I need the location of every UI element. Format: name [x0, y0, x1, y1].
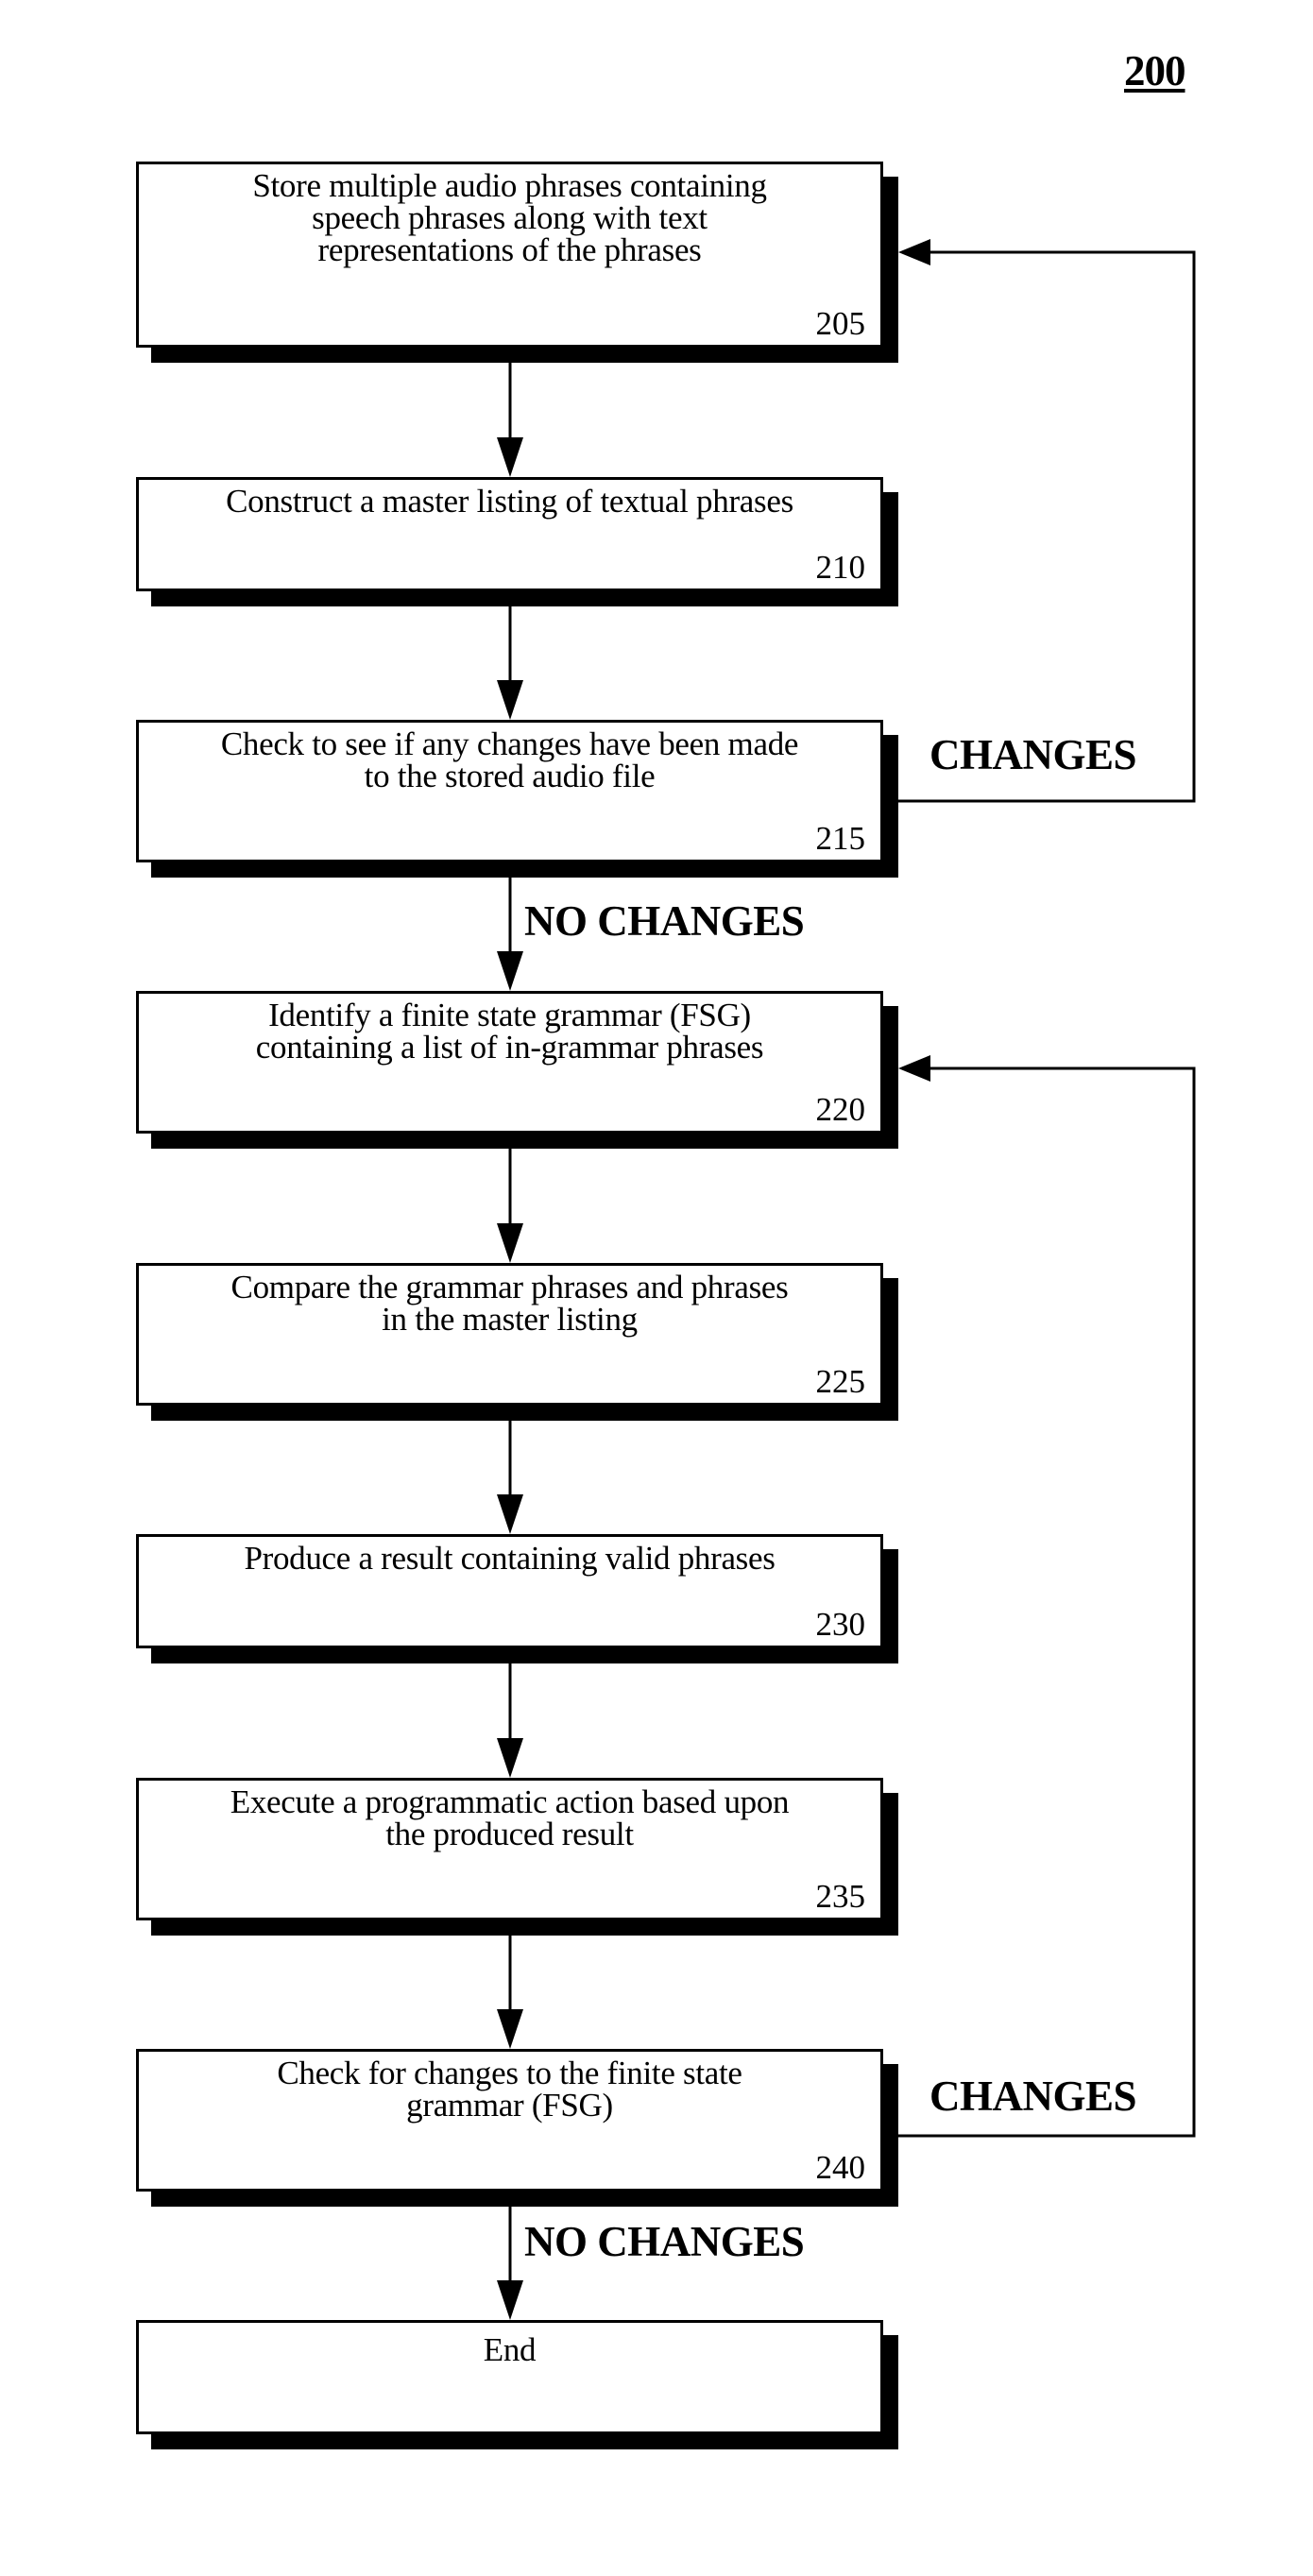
- step-text-line: speech phrases along with text: [312, 199, 708, 236]
- step-215: Check to see if any changes have been ma…: [136, 720, 883, 862]
- step-number: 220: [815, 1091, 866, 1128]
- step-225: Compare the grammar phrases and phrases …: [136, 1263, 883, 1406]
- figure-number: 200: [1124, 47, 1185, 94]
- step-220: Identify a finite state grammar (FSG) co…: [136, 991, 883, 1134]
- step-text-line: containing a list of in-grammar phrases: [255, 1029, 764, 1066]
- step-number: 205: [815, 305, 866, 342]
- arrowhead-220: [497, 951, 523, 991]
- step-text: Compare the grammar phrases and phrases …: [148, 1271, 871, 1336]
- arrowhead-230: [497, 1494, 523, 1534]
- step-text: Produce a result containing valid phrase…: [148, 1540, 871, 1577]
- edge-label-changes-215: CHANGES: [929, 731, 1137, 778]
- arrowhead-225: [497, 1223, 523, 1263]
- step-205: Store multiple audio phrases containing …: [136, 162, 883, 348]
- step-210: Construct a master listing of textual ph…: [136, 477, 883, 591]
- step-text-line: Check for changes to the finite state: [277, 2055, 742, 2091]
- step-number: 210: [815, 549, 866, 586]
- step-end: End: [136, 2320, 883, 2434]
- step-number: 215: [815, 820, 866, 857]
- step-number: 230: [815, 1606, 866, 1643]
- loop-connector-215-205: [898, 250, 1196, 803]
- step-text: Check to see if any changes have been ma…: [148, 725, 871, 794]
- step-text: Identify a finite state grammar (FSG) co…: [148, 997, 871, 1066]
- step-text: End: [148, 2331, 871, 2368]
- step-text-line: Check to see if any changes have been ma…: [220, 725, 799, 762]
- step-text-line: to the stored audio file: [364, 758, 656, 794]
- step-text-line: Compare the grammar phrases and phrases: [230, 1269, 789, 1305]
- loop-connector-240-220: [898, 1066, 1196, 2138]
- step-text-line: the produced result: [385, 1816, 634, 1852]
- step-text-line: in the master listing: [382, 1301, 638, 1338]
- step-text-line: End: [483, 2331, 537, 2368]
- step-text-line: Store multiple audio phrases containing: [252, 167, 767, 204]
- step-text: Execute a programmatic action based upon…: [148, 1783, 871, 1852]
- arrowhead-210: [497, 437, 523, 477]
- edge-label-no-changes-215: NO CHANGES: [524, 897, 805, 945]
- step-240: Check for changes to the finite state gr…: [136, 2049, 883, 2192]
- arrowhead-215: [497, 680, 523, 720]
- step-text: Store multiple audio phrases containing …: [148, 167, 871, 268]
- step-text: Construct a master listing of textual ph…: [148, 483, 871, 520]
- step-text: Check for changes to the finite state gr…: [148, 2055, 871, 2124]
- edge-label-changes-240: CHANGES: [929, 2073, 1137, 2120]
- step-text-line: Construct a master listing of textual ph…: [226, 483, 793, 520]
- step-number: 240: [815, 2149, 866, 2186]
- arrowhead-240: [497, 2009, 523, 2049]
- step-text-line: Produce a result containing valid phrase…: [244, 1540, 776, 1577]
- step-text-line: Identify a finite state grammar (FSG): [268, 997, 751, 1033]
- step-text-line: representations of the phrases: [317, 231, 702, 268]
- step-number: 225: [815, 1363, 866, 1400]
- step-number: 235: [815, 1878, 866, 1915]
- step-text-line: Execute a programmatic action based upon: [230, 1783, 790, 1820]
- step-text-line: grammar (FSG): [406, 2087, 613, 2124]
- arrowhead-loop-205: [898, 239, 930, 265]
- arrowhead-loop-220: [898, 1055, 930, 1082]
- arrowhead-235: [497, 1738, 523, 1778]
- step-230: Produce a result containing valid phrase…: [136, 1534, 883, 1648]
- edge-label-no-changes-240: NO CHANGES: [524, 2218, 805, 2265]
- step-235: Execute a programmatic action based upon…: [136, 1778, 883, 1920]
- arrowhead-end: [497, 2280, 523, 2320]
